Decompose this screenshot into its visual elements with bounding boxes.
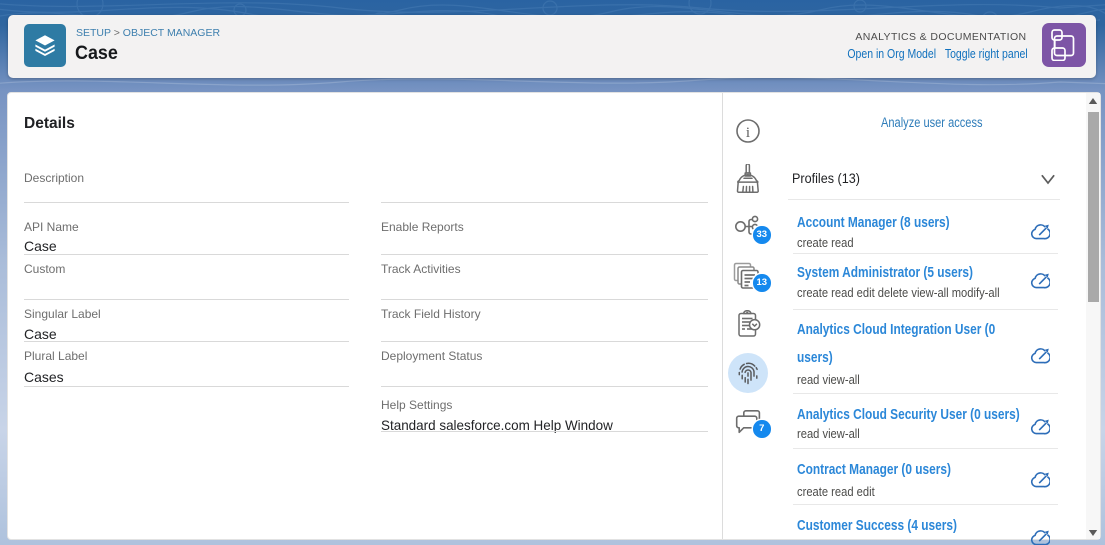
svg-text:i: i [746,125,750,141]
